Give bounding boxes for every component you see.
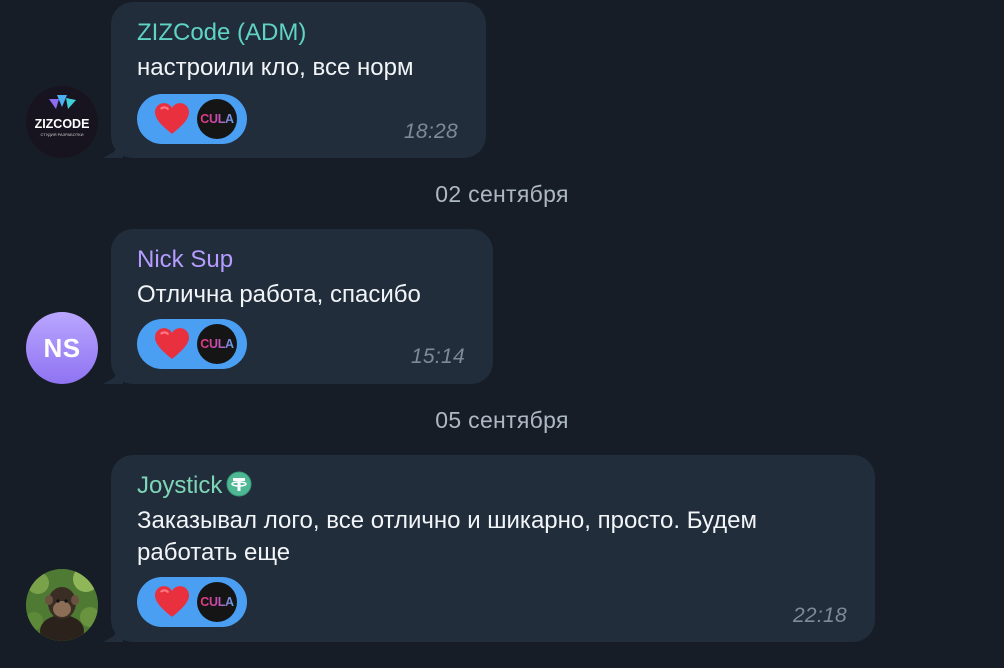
message-time: 18:28	[403, 120, 458, 143]
reaction-pill[interactable]: CULA	[137, 94, 247, 144]
heart-icon	[155, 586, 189, 617]
message-time: 22:18	[792, 604, 847, 627]
avatar-zizcode[interactable]: ZIZCODE СТУДИЯ РАЗРАБОТКИ	[26, 86, 98, 158]
bubble-tail	[103, 362, 123, 384]
reaction-pill[interactable]: CULA	[137, 319, 247, 369]
sender-name-text: Joystick	[137, 472, 223, 499]
bubble-tail	[103, 136, 123, 158]
zizcode-logo-text: ZIZCODE	[35, 117, 90, 131]
heart-icon	[155, 328, 189, 359]
monkey-photo	[26, 569, 98, 641]
message-time: 15:14	[410, 345, 465, 368]
avatar-nick-sup[interactable]: NS	[26, 312, 98, 384]
message-bubble[interactable]: Nick Sup Отлична работа, спасибо CULA 15…	[103, 229, 493, 384]
zizcode-logo-subtext: СТУДИЯ РАЗРАБОТКИ	[41, 132, 84, 137]
sender-name[interactable]: Nick Sup	[137, 245, 233, 275]
date-separator: 05 сентября	[435, 407, 569, 433]
cula-label: CULA	[200, 337, 234, 351]
message-text: настроили кло, все норм	[137, 54, 414, 81]
avatar-initials: NS	[43, 332, 81, 363]
date-separator: 02 сентября	[435, 181, 569, 207]
cula-label: CULA	[200, 595, 234, 609]
tether-icon	[226, 471, 252, 497]
avatar-joystick[interactable]	[26, 569, 98, 641]
message-text: Заказывал лого, все отлично и шикарно, п…	[137, 507, 757, 566]
chat-history: ZIZCODE СТУДИЯ РАЗРАБОТКИ ZIZCode (ADM) …	[0, 0, 1004, 668]
bubble-tail	[103, 620, 123, 642]
cula-avatar: CULA	[197, 99, 237, 139]
message-text: Отлична работа, спасибо	[137, 281, 421, 308]
message-bubble[interactable]: ZIZCode (ADM) настроили кло, все норм CU…	[103, 2, 486, 158]
cula-label: CULA	[200, 112, 234, 126]
cula-avatar: CULA	[197, 324, 237, 364]
sender-name[interactable]: Joystick	[137, 471, 252, 501]
sender-name[interactable]: ZIZCode (ADM)	[137, 18, 306, 48]
reaction-pill[interactable]: CULA	[137, 577, 247, 627]
zizcode-logo-icon: ZIZCODE СТУДИЯ РАЗРАБОТКИ	[35, 95, 90, 137]
heart-icon	[155, 103, 189, 134]
message-bubble[interactable]: Joystick Заказывал лого, все отлично и ш…	[103, 455, 875, 642]
cula-avatar: CULA	[197, 582, 237, 622]
